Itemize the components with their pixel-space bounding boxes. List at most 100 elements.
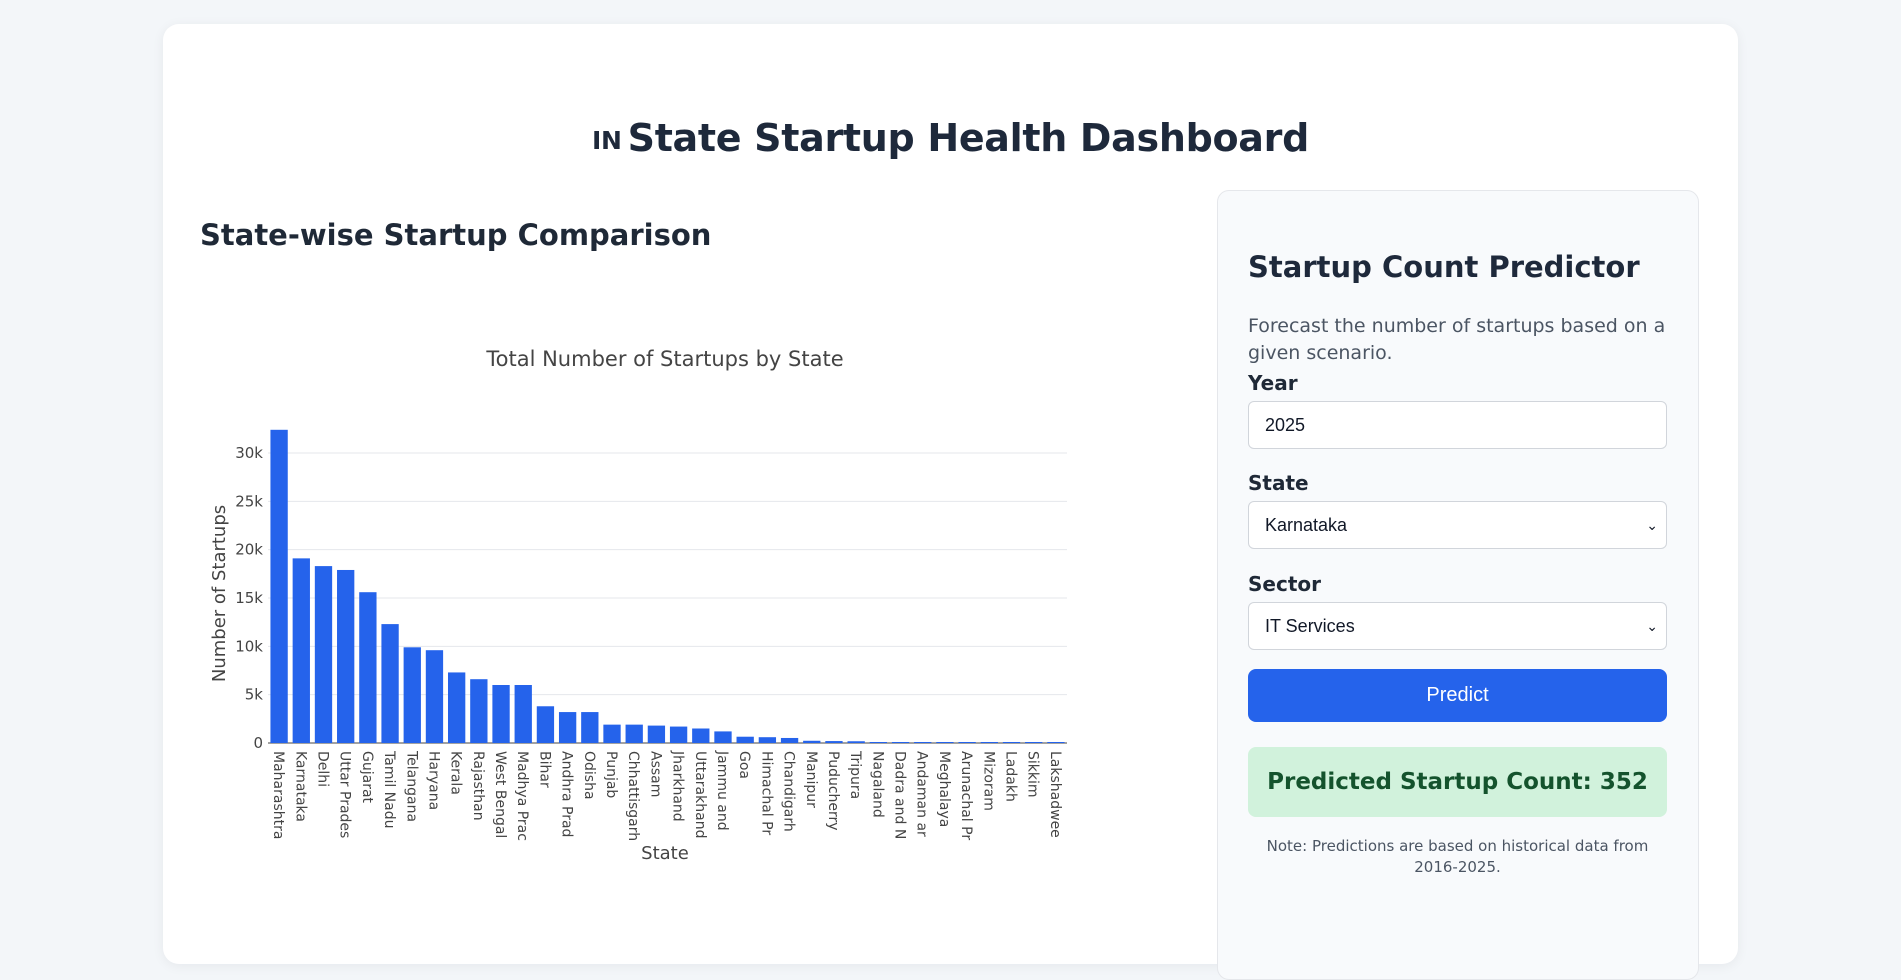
x-tick-label: Tamil Nadu bbox=[381, 750, 397, 829]
predict-button[interactable]: Predict bbox=[1248, 669, 1667, 722]
x-tick-label: Maharashtra bbox=[270, 751, 286, 839]
predictions-note: Note: Predictions are based on historica… bbox=[1266, 837, 1649, 876]
chevron-down-icon: ⌄ bbox=[1646, 618, 1658, 634]
x-tick-label: Andaman ar bbox=[914, 751, 930, 837]
bar bbox=[736, 736, 754, 743]
bar bbox=[780, 737, 799, 743]
x-tick-label: Manipur bbox=[803, 751, 819, 808]
x-tick-label: Nagaland bbox=[869, 751, 885, 818]
x-tick-label: Jharkhand bbox=[670, 750, 686, 822]
x-tick-label: Assam bbox=[647, 751, 663, 797]
bar bbox=[425, 650, 444, 743]
bar bbox=[936, 742, 954, 743]
state-select-value: Karnataka bbox=[1265, 515, 1348, 535]
bar bbox=[758, 737, 777, 743]
y-tick-label: 25k bbox=[235, 492, 263, 510]
x-tick-label: Mizoram bbox=[980, 751, 996, 811]
x-tick-label: West Bengal bbox=[492, 751, 508, 838]
bar bbox=[381, 624, 399, 743]
bar bbox=[337, 569, 355, 743]
sector-select-value: IT Services bbox=[1265, 616, 1355, 636]
bar bbox=[869, 742, 888, 743]
bar bbox=[270, 429, 288, 743]
x-tick-label: Andhra Prad bbox=[559, 751, 575, 837]
x-tick-label: Delhi bbox=[314, 751, 330, 787]
x-tick-label: Jammu and bbox=[714, 750, 730, 831]
bar bbox=[314, 566, 333, 743]
x-tick-label: Uttarakhand bbox=[692, 751, 708, 838]
x-tick-label: Arunachal Pr bbox=[958, 751, 974, 840]
bar bbox=[625, 724, 643, 743]
bar bbox=[359, 592, 377, 743]
chevron-down-icon: ⌄ bbox=[1646, 517, 1658, 533]
chart-title: Total Number of Startups by State bbox=[485, 347, 843, 371]
startup-chart: Total Number of Startups by State 0 5k 10k 1… bbox=[185, 314, 1225, 894]
bar bbox=[492, 685, 510, 743]
state-label: State bbox=[1248, 471, 1309, 495]
x-tick-label: Madhya Prac bbox=[514, 751, 530, 841]
x-axis-label: State bbox=[641, 843, 689, 864]
bar bbox=[603, 724, 621, 743]
sector-select[interactable]: IT Services ⌄ bbox=[1248, 602, 1667, 650]
y-tick-label: 0 bbox=[253, 734, 263, 752]
bar bbox=[669, 726, 688, 743]
bar bbox=[958, 742, 976, 743]
bar bbox=[1002, 742, 1021, 743]
bar bbox=[1047, 742, 1065, 743]
bar bbox=[403, 647, 421, 743]
bar bbox=[914, 742, 932, 743]
x-tick-label: Odisha bbox=[581, 751, 597, 800]
bar bbox=[847, 741, 865, 743]
x-tick-label: Chandigarh bbox=[781, 751, 797, 832]
predictor-description: Forecast the number of startups based on… bbox=[1248, 315, 1666, 364]
y-tick-label: 10k bbox=[235, 637, 263, 655]
startup-bar-chart: Total Number of Startups by State 0 5k 10k 1… bbox=[209, 347, 1077, 894]
state-select[interactable]: Karnataka ⌄ bbox=[1248, 501, 1667, 549]
year-label: Year bbox=[1248, 371, 1298, 395]
y-tick-label: 20k bbox=[235, 541, 263, 559]
bar bbox=[514, 685, 532, 743]
x-tick-label: Bihar bbox=[536, 751, 552, 788]
x-tick-label: Puducherry bbox=[825, 751, 841, 831]
page-title-text: State Startup Health Dashboard bbox=[627, 116, 1310, 160]
x-tick-label: Karnataka bbox=[292, 751, 308, 822]
bar bbox=[803, 740, 821, 743]
x-tick-label: Ladakh bbox=[1003, 751, 1019, 802]
year-input-value: 2025 bbox=[1265, 415, 1306, 435]
bar bbox=[292, 558, 310, 743]
x-tick-label: Tripura bbox=[847, 750, 863, 799]
bar bbox=[714, 731, 732, 743]
x-tick-label: Goa bbox=[736, 751, 752, 779]
x-tick-label: Punjab bbox=[603, 751, 619, 798]
y-tick-label: 5k bbox=[245, 686, 264, 704]
predicted-count-result: Predicted Startup Count: 352 bbox=[1248, 747, 1667, 817]
india-flag-icon: IN bbox=[592, 126, 622, 155]
bar bbox=[1025, 742, 1043, 743]
y-axis-label: Number of Startups bbox=[209, 505, 230, 682]
y-tick-label: 15k bbox=[235, 589, 263, 607]
bar bbox=[447, 672, 466, 743]
x-tick-label: Uttar Prades bbox=[337, 751, 353, 838]
x-tick-label: Meghalaya bbox=[936, 751, 952, 827]
x-tick-label: Himachal Pr bbox=[758, 751, 774, 835]
y-tick-label: 30k bbox=[235, 444, 263, 462]
comparison-section-title: State-wise Startup Comparison bbox=[200, 218, 712, 252]
x-tick-label: Haryana bbox=[425, 751, 441, 810]
x-tick-label: Chhattisgarh bbox=[625, 751, 641, 841]
bar bbox=[581, 712, 599, 743]
year-input[interactable]: 2025 bbox=[1248, 401, 1667, 449]
bar bbox=[536, 706, 555, 743]
x-tick-label: Lakshadwee bbox=[1047, 751, 1063, 838]
predictor-title: Startup Count Predictor bbox=[1248, 250, 1640, 284]
page-title: IN State Startup Health Dashboard bbox=[163, 116, 1738, 160]
x-tick-label: Kerala bbox=[448, 751, 464, 795]
bar bbox=[891, 742, 910, 743]
x-tick-label: Rajasthan bbox=[470, 751, 486, 821]
bar bbox=[692, 728, 710, 743]
bar bbox=[825, 741, 843, 743]
bar bbox=[558, 712, 577, 743]
bar bbox=[980, 742, 998, 743]
x-tick-label: Gujarat bbox=[359, 751, 375, 804]
x-tick-label: Sikkim bbox=[1025, 751, 1041, 798]
bar bbox=[470, 679, 488, 743]
